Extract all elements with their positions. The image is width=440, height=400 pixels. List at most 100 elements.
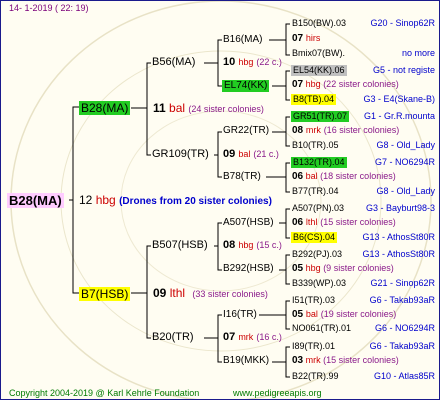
queen-i16-label[interactable]: I16(TR) xyxy=(223,310,257,320)
queen-b132-label[interactable]: B132(TR).04 xyxy=(291,157,347,168)
queen-gr109-mark: bal xyxy=(238,149,251,159)
queen-a507pn-label[interactable]: A507(PN).03 xyxy=(292,204,344,213)
queen-b20-note: (16 c.) xyxy=(256,332,282,342)
queen-b507-note: (15 c.) xyxy=(256,240,282,250)
i89-child-mark: mrk xyxy=(305,355,321,365)
queen-b7-info: 09 lthl (33 sister colonies) xyxy=(153,287,268,299)
queen-a507-year: 06 xyxy=(292,217,304,228)
queen-b339-label[interactable]: B339(WP).03 xyxy=(292,279,346,288)
queen-gr22-info: 08 mrk (16 sister colonies) xyxy=(292,126,399,136)
queen-b8-label[interactable]: B8(TB).04 xyxy=(291,94,337,105)
queen-b8-code: G3 - E4(Skane-B) xyxy=(363,94,435,104)
queen-b56-note: (22 c.) xyxy=(256,57,282,67)
queen-bmix07-label[interactable]: Bmix07(BW). xyxy=(292,49,345,58)
queen-b507-mark: hbg xyxy=(238,240,254,250)
queen-b150-code: G20 - Sinop62R xyxy=(370,18,435,28)
queen-el54-code: G5 - not registe xyxy=(372,65,435,75)
queen-el54-child-info: 07 hbg (22 sister colonies) xyxy=(292,80,399,90)
b292-child-year: 05 xyxy=(292,263,304,274)
queen-gr109-label[interactable]: GR109(TR) xyxy=(152,149,209,160)
queen-gr51-code: G1 - Gr.R.mounta xyxy=(363,111,435,121)
queen-a507-note: (15 sister colonies) xyxy=(320,217,396,227)
queen-gr51-label[interactable]: GR51(TR).07 xyxy=(291,111,350,122)
queen-b292-label[interactable]: B292(HSB) xyxy=(223,264,274,274)
queen-b78-label[interactable]: B78(TR) xyxy=(223,172,261,182)
queen-b7-note: (33 sister colonies) xyxy=(192,289,268,299)
queen-b20-label[interactable]: B20(TR) xyxy=(152,332,194,343)
queen-gr22-mark: mrk xyxy=(305,125,321,135)
queen-i89-code: G6 - Takab93aR xyxy=(369,341,435,351)
queen-gr22-note: (16 sister colonies) xyxy=(323,125,400,135)
copyright-footer: Copyright 2004-2019 @ Karl Kehrle Founda… xyxy=(9,388,200,398)
queen-b132-code: G7 - NO6294R xyxy=(374,157,435,167)
queen-b292pj-label[interactable]: B292(PJ).03 xyxy=(292,250,342,259)
queen-b507-info: 08 hbg (15 c.) xyxy=(223,240,282,251)
root-mark: hbg xyxy=(95,193,116,207)
queen-i51-label[interactable]: I51(TR).03 xyxy=(292,296,335,305)
queen-b56-info: 10 hbg (22 c.) xyxy=(223,57,282,68)
el54-child-note: (22 sister colonies) xyxy=(323,79,399,89)
queen-b10-label[interactable]: B10(TR).05 xyxy=(292,141,339,150)
root-drone-info: 12 hbg (Drones from 20 sister colonies) xyxy=(79,194,272,207)
root-year: 12 xyxy=(79,193,93,207)
queen-b77-code: G8 - Old_Lady xyxy=(376,186,435,196)
queen-b56-label[interactable]: B56(MA) xyxy=(152,57,195,68)
queen-gr109-info: 09 bal (21 c.) xyxy=(223,149,279,160)
b292-child-note: (9 sister colonies) xyxy=(323,263,394,273)
queen-b507-label[interactable]: B507(HSB) xyxy=(152,240,208,251)
queen-i89-child-info: 03 mrk (15 sister colonies) xyxy=(292,356,399,366)
queen-b507-year: 08 xyxy=(223,239,236,251)
queen-b7-label[interactable]: B7(HSB) xyxy=(79,287,131,301)
queen-el74-label[interactable]: EL74(KK) xyxy=(222,80,270,92)
date-header: 14- 1-2019 ( 22: 19) xyxy=(9,3,89,13)
queen-b28-note: (24 sister colonies) xyxy=(188,104,264,114)
i89-child-note: (15 sister colonies) xyxy=(323,355,399,365)
queen-b16-info: 07 hirs xyxy=(292,34,320,44)
queen-b16-mark: hirs xyxy=(305,33,321,43)
queen-no061-code: G6 - NO6294R xyxy=(374,323,435,333)
queen-b7-year: 09 xyxy=(153,286,167,300)
pedigree-page: 14- 1-2019 ( 22: 19) B28(MA) 12 hbg (Dro… xyxy=(0,0,440,400)
b132-child-mark: bal xyxy=(305,171,318,181)
queen-gr109-note: (21 c.) xyxy=(253,149,279,159)
queen-i89-label[interactable]: I89(TR).01 xyxy=(292,342,335,351)
queen-i16-note: (19 sister colonies) xyxy=(320,309,397,319)
queen-b22-code: G10 - Atlas85R xyxy=(373,371,435,381)
queen-b10-code: G8 - Old_Lady xyxy=(376,140,435,150)
b132-child-year: 06 xyxy=(292,171,304,182)
queen-b56-mark: hbg xyxy=(238,57,254,67)
queen-b292-child-info: 05 hbg (9 sister colonies) xyxy=(292,264,394,274)
b132-child-note: (18 sister colonies) xyxy=(320,171,396,181)
queen-b6-label[interactable]: B6(CS).04 xyxy=(291,232,338,243)
queen-b132-child-info: 06 bal (18 sister colonies) xyxy=(292,172,396,182)
queen-b77-label[interactable]: B77(TR).04 xyxy=(292,187,339,196)
queen-i51-code: G6 - Takab93aR xyxy=(369,295,435,305)
footer-url[interactable]: www.pedigreeapis.org xyxy=(233,389,322,398)
queen-b20-year: 07 xyxy=(223,331,236,343)
queen-b16-label[interactable]: B16(MA) xyxy=(223,35,262,45)
queen-a507-mark: lthl xyxy=(305,217,318,227)
queen-a507-label[interactable]: A507(HSB) xyxy=(223,218,274,228)
i89-child-year: 03 xyxy=(292,355,304,366)
queen-b22-label[interactable]: B22(TR).99 xyxy=(292,372,339,381)
queen-i16-info: 05 bal (19 sister colonies) xyxy=(292,310,396,320)
queen-gr22-label[interactable]: GR22(TR) xyxy=(223,126,269,136)
queen-b28-year: 11 xyxy=(153,101,166,115)
el54-child-mark: hbg xyxy=(305,79,321,89)
queen-el54-label[interactable]: EL54(KK).06 xyxy=(291,65,347,76)
queen-b339-code: G21 - Sinop62R xyxy=(370,278,435,288)
root-note: (Drones from 20 sister colonies) xyxy=(119,196,272,207)
queen-b150-label[interactable]: B150(BW).03 xyxy=(292,19,346,28)
queen-gr109-year: 09 xyxy=(223,148,236,160)
queen-i16-year: 05 xyxy=(292,309,304,320)
root-queen-label[interactable]: B28(MA) xyxy=(7,193,64,208)
queen-b7-mark: lthl xyxy=(169,286,186,300)
queen-b56-year: 10 xyxy=(223,56,236,68)
queen-b19-label[interactable]: B19(MKK) xyxy=(223,356,269,366)
queen-a507-info: 06 lthl (15 sister colonies) xyxy=(292,218,396,228)
queen-no061-label[interactable]: NO061(TR).01 xyxy=(292,324,351,333)
queen-b6-code: G13 - AthosSt80R xyxy=(362,232,435,242)
queen-b28-label[interactable]: B28(MA) xyxy=(79,101,131,115)
queen-b20-info: 07 mrk (16 c.) xyxy=(223,332,282,343)
queen-bmix07-code: no more xyxy=(401,48,435,58)
